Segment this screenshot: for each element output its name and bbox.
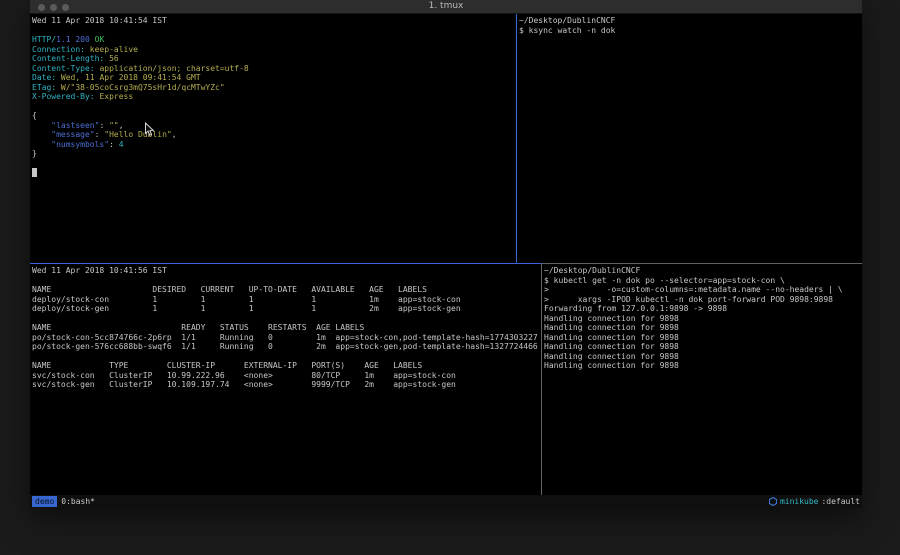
terminal-line: $ ksync watch -n dok	[519, 26, 860, 36]
zoom-button[interactable]	[62, 4, 69, 11]
terminal-line: Handling connection for 9898	[544, 342, 860, 352]
terminal-line: "numsymbols": 4	[32, 140, 515, 150]
kube-context-name: minikube	[780, 497, 819, 506]
terminal-line: ETag: W/"38-05coCsrg3mQ75sHr1d/qcMTwYZc"	[32, 83, 515, 93]
terminal-line: Handling connection for 9898	[544, 314, 860, 324]
terminal-line	[32, 26, 515, 36]
terminal-line: "lastseen": "",	[32, 121, 515, 131]
minimize-button[interactable]	[50, 4, 57, 11]
pane-divider-horizontal-right[interactable]	[541, 263, 862, 264]
window-title: 1. tmux	[30, 0, 862, 13]
terminal-line: $ kubectl get -n dok po --selector=app=s…	[544, 276, 860, 286]
session-name-badge[interactable]: demo	[32, 496, 57, 507]
terminal-line: po/stock-gen-576cc688bb-swqf6 1/1 Runnin…	[32, 342, 540, 352]
tmux-status-bar: demo 0:bash* minikube:default	[30, 495, 862, 508]
pane-ksync-watch[interactable]: ~/Desktop/DublinCNCF$ ksync watch -n dok	[519, 16, 860, 261]
terminal-line	[32, 159, 515, 169]
status-right: minikube:default	[769, 497, 860, 506]
terminal-line: Date: Wed, 11 Apr 2018 09:41:54 GMT	[32, 73, 515, 83]
terminal-line: svc/stock-con ClusterIP 10.99.222.96 <no…	[32, 371, 540, 381]
window-controls	[38, 4, 69, 11]
terminal-window: 1. tmux Wed 11 Apr 2018 10:41:54 IST HTT…	[30, 0, 862, 508]
terminal-line: NAME READY STATUS RESTARTS AGE LABELS	[32, 323, 540, 333]
terminal-line: ~/Desktop/DublinCNCF	[519, 16, 860, 26]
pane-port-forward[interactable]: ~/Desktop/DublinCNCF$ kubectl get -n dok…	[544, 266, 860, 493]
terminal-line: }	[32, 149, 515, 159]
close-button[interactable]	[38, 4, 45, 11]
terminal-line: > -o=custom-columns=:metadata.name --no-…	[544, 285, 860, 295]
terminal-line: Forwarding from 127.0.0.1:9898 -> 9898	[544, 304, 860, 314]
terminal-line	[32, 168, 515, 178]
tmux-terminal: Wed 11 Apr 2018 10:41:54 IST HTTP/1.1 20…	[30, 14, 862, 495]
kubernetes-hexagon-icon	[769, 497, 777, 506]
terminal-line: Handling connection for 9898	[544, 361, 860, 371]
terminal-line	[32, 352, 540, 362]
window-tab-bash[interactable]: 0:bash*	[61, 497, 95, 506]
terminal-line: ~/Desktop/DublinCNCF	[544, 266, 860, 276]
terminal-line: "message": "Hello Dublin",	[32, 130, 515, 140]
terminal-line: NAME DESIRED CURRENT UP-TO-DATE AVAILABL…	[32, 285, 540, 295]
terminal-line: po/stock-con-5cc874766c-2p6rp 1/1 Runnin…	[32, 333, 540, 343]
terminal-line: {	[32, 111, 515, 121]
terminal-line: deploy/stock-gen 1 1 1 1 2m app=stock-ge…	[32, 304, 540, 314]
terminal-line: HTTP/1.1 200 OK	[32, 35, 515, 45]
terminal-line: X-Powered-By: Express	[32, 92, 515, 102]
terminal-line: svc/stock-gen ClusterIP 10.109.197.74 <n…	[32, 380, 540, 390]
titlebar[interactable]: 1. tmux	[30, 0, 862, 14]
terminal-line: Handling connection for 9898	[544, 333, 860, 343]
terminal-line: NAME TYPE CLUSTER-IP EXTERNAL-IP PORT(S)…	[32, 361, 540, 371]
terminal-line	[32, 276, 540, 286]
pane-kubectl-get[interactable]: Wed 11 Apr 2018 10:41:56 IST NAME DESIRE…	[32, 266, 540, 493]
kube-namespace: :default	[821, 497, 860, 506]
terminal-line: deploy/stock-con 1 1 1 1 1m app=stock-co…	[32, 295, 540, 305]
terminal-line: Wed 11 Apr 2018 10:41:56 IST	[32, 266, 540, 276]
terminal-line: Connection: keep-alive	[32, 45, 515, 55]
pane-divider-vertical-top[interactable]	[516, 14, 517, 263]
terminal-line: Handling connection for 9898	[544, 352, 860, 362]
terminal-line: Content-Type: application/json; charset=…	[32, 64, 515, 74]
terminal-line: Content-Length: 56	[32, 54, 515, 64]
terminal-line: Handling connection for 9898	[544, 323, 860, 333]
pane-divider-horizontal-left[interactable]	[30, 263, 541, 264]
terminal-line	[32, 102, 515, 112]
desktop: 1. tmux Wed 11 Apr 2018 10:41:54 IST HTT…	[0, 0, 900, 555]
terminal-line	[32, 314, 540, 324]
terminal-line: Wed 11 Apr 2018 10:41:54 IST	[32, 16, 515, 26]
terminal-line: > xargs -IPOD kubectl -n dok port-forwar…	[544, 295, 860, 305]
pane-http-response[interactable]: Wed 11 Apr 2018 10:41:54 IST HTTP/1.1 20…	[32, 16, 515, 261]
pane-divider-vertical-bottom[interactable]	[541, 264, 542, 495]
